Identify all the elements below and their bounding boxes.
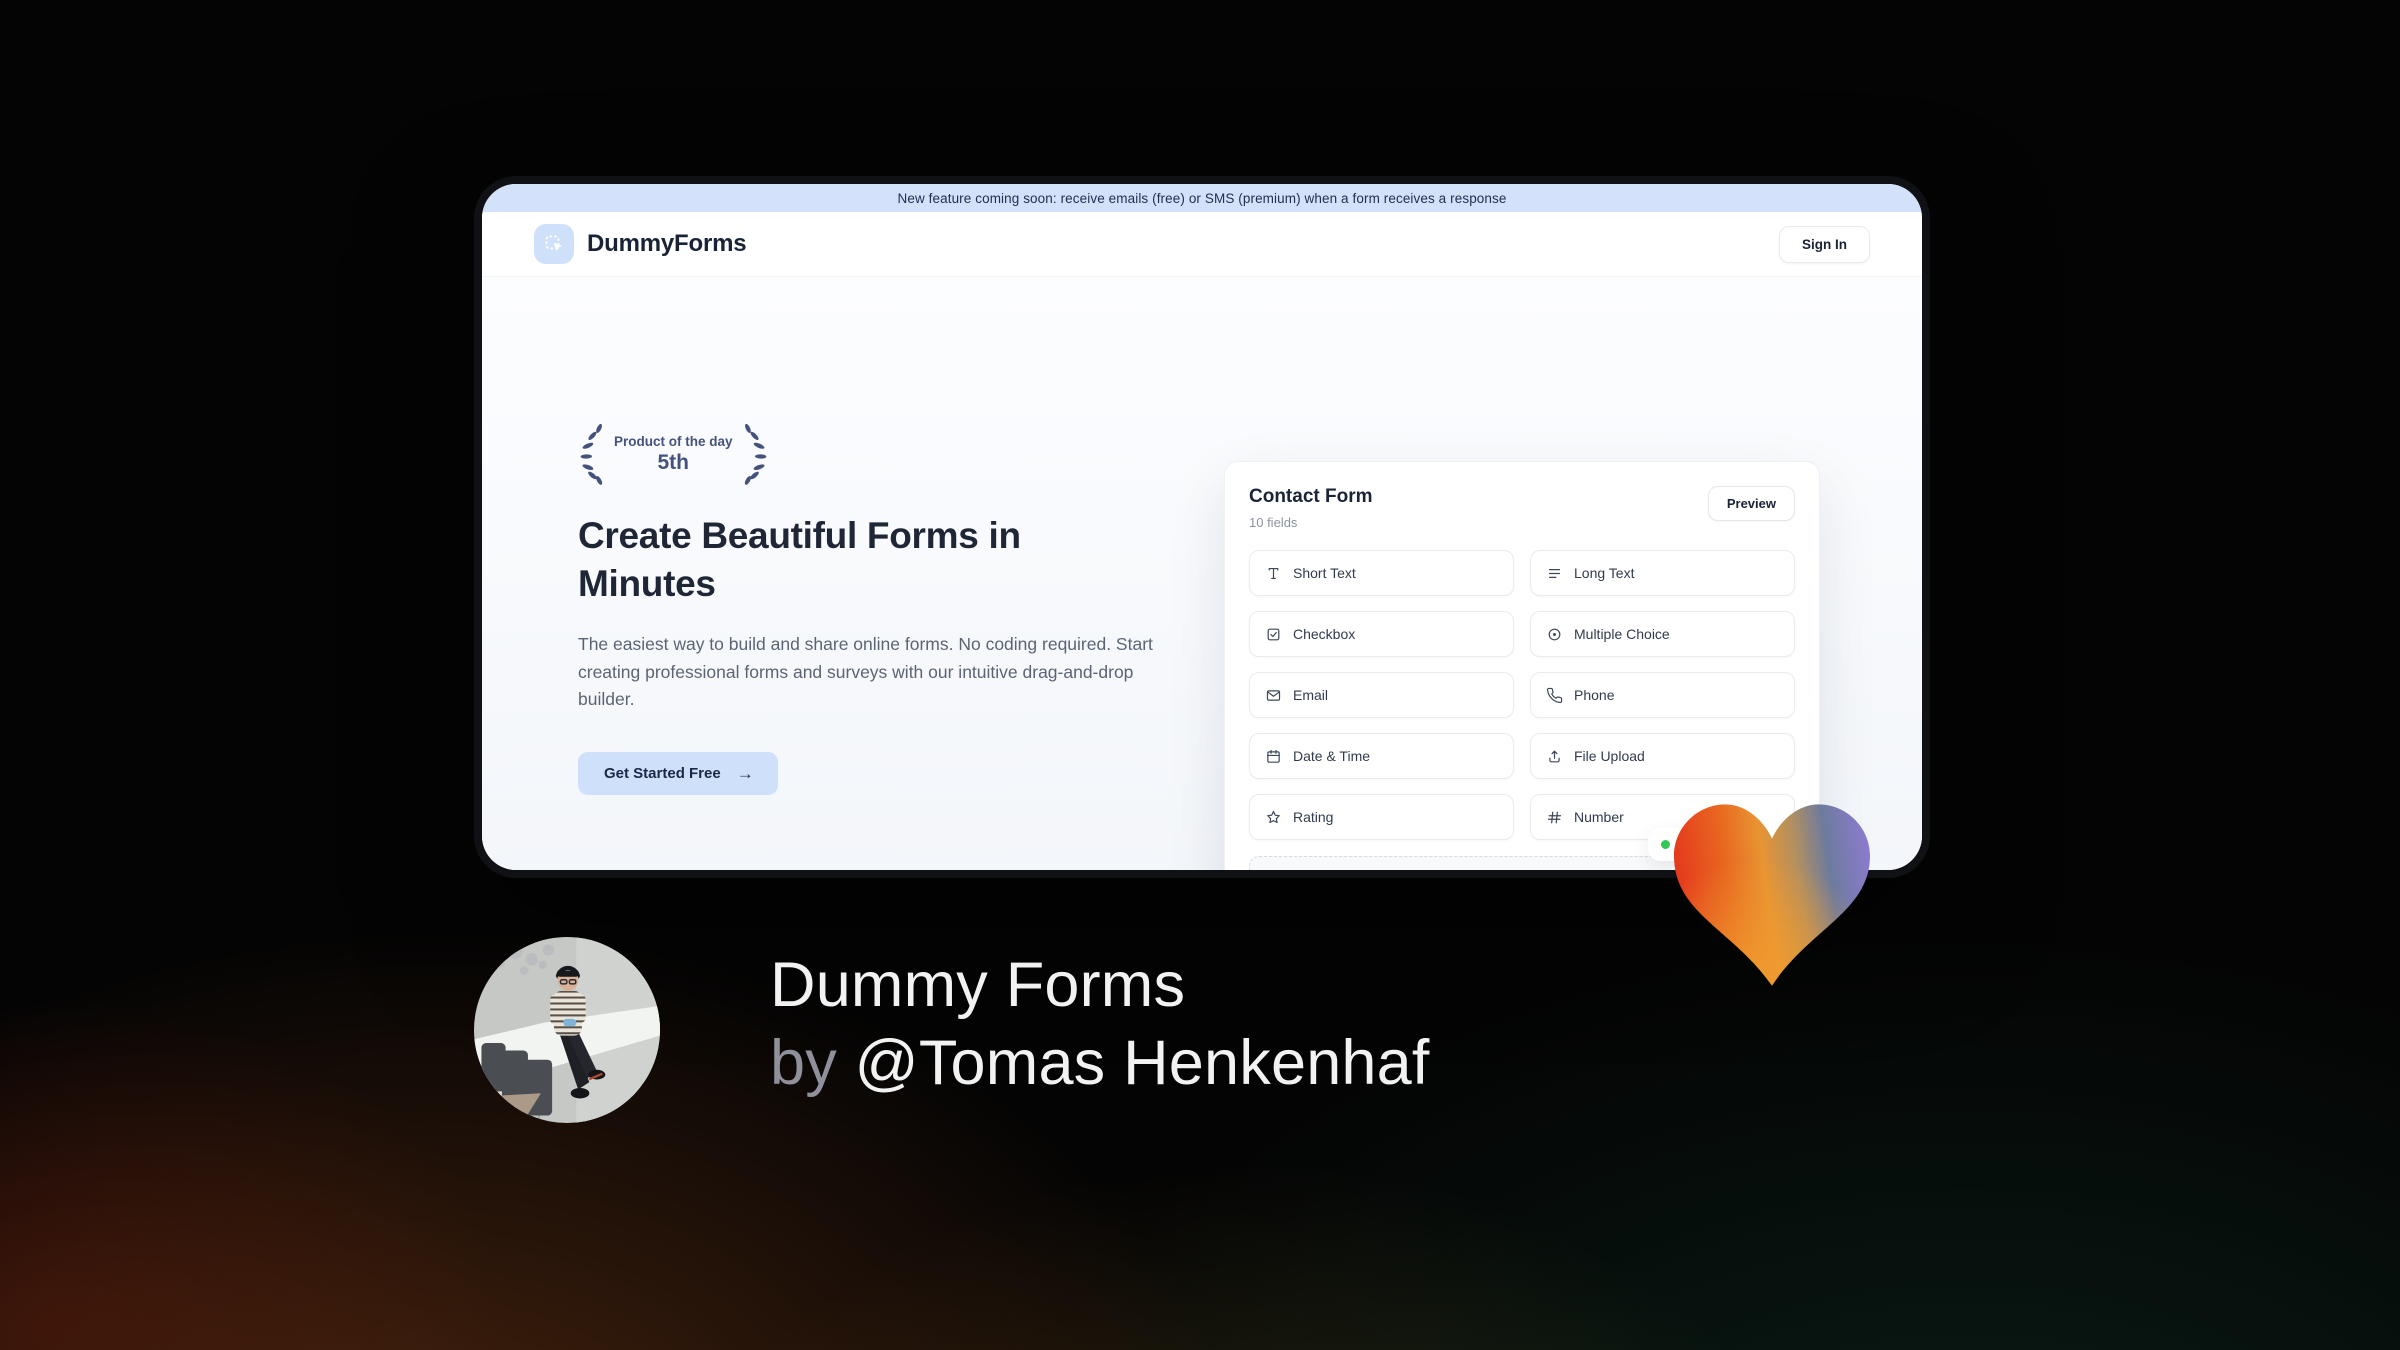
field-type-email[interactable]: Email	[1249, 672, 1514, 718]
brand-logo[interactable]: DummyForms	[534, 224, 747, 264]
credit-text: Dummy Forms by @Tomas Henkenhaf	[770, 946, 1430, 1102]
field-type-label: Date & Time	[1293, 748, 1371, 764]
field-type-label: Multiple Choice	[1574, 626, 1670, 642]
field-type-date-time[interactable]: Date & Time	[1249, 733, 1514, 779]
form-title: Contact Form	[1249, 486, 1373, 507]
browser-window: New feature coming soon: receive emails …	[482, 184, 1922, 870]
award-text: Product of the day 5th	[614, 433, 733, 474]
field-type-label: Rating	[1293, 809, 1334, 825]
field-type-label: Email	[1293, 687, 1329, 703]
field-type-label: Long Text	[1574, 565, 1635, 581]
field-type-grid: Short Text Long Text Checkbox Multiple Choi…	[1249, 550, 1795, 840]
field-count: 10 fields	[1249, 515, 1298, 530]
radio-icon	[1546, 626, 1563, 643]
field-type-multiple-choice[interactable]: Multiple Choice	[1530, 611, 1795, 657]
phone-icon	[1546, 687, 1563, 704]
site-header: DummyForms Sign In	[482, 212, 1922, 277]
field-type-checkbox[interactable]: Checkbox	[1249, 611, 1514, 657]
cursor-select-icon	[534, 224, 574, 264]
lines-icon	[1546, 565, 1563, 582]
author-handle: @Tomas Henkenhaf	[854, 1028, 1430, 1099]
arrow-right-icon: →	[736, 763, 754, 783]
upload-icon	[1546, 748, 1563, 765]
announcement-banner: New feature coming soon: receive emails …	[482, 184, 1922, 212]
field-type-label: Number	[1574, 809, 1624, 825]
brand-name: DummyForms	[587, 230, 747, 257]
get-started-button[interactable]: Get Started Free →	[578, 751, 778, 795]
field-type-phone[interactable]: Phone	[1530, 672, 1795, 718]
field-type-label: Checkbox	[1293, 626, 1356, 642]
hero-section: Product of the day 5th Create Beautiful …	[482, 277, 1922, 870]
hero-copy: Product of the day 5th Create Beautiful …	[578, 421, 1153, 795]
hero-description: The easiest way to build and share onlin…	[578, 634, 1153, 710]
star-icon	[1265, 809, 1282, 826]
field-type-label: Short Text	[1293, 565, 1356, 581]
page-title: Create Beautiful Forms in Minutes	[578, 514, 1021, 604]
checkbox-icon	[1265, 626, 1282, 643]
product-of-the-day-badge: Product of the day 5th	[572, 421, 1153, 487]
field-type-file-upload[interactable]: File Upload	[1530, 733, 1795, 779]
field-type-rating[interactable]: Rating	[1249, 794, 1514, 840]
form-builder-header: Contact Form 10 fields Preview	[1249, 486, 1795, 530]
green-dot-icon	[1661, 840, 1670, 849]
field-type-long-text[interactable]: Long Text	[1530, 550, 1795, 596]
laurel-left-icon	[580, 423, 603, 485]
field-type-short-text[interactable]: Short Text	[1249, 550, 1514, 596]
sign-in-button[interactable]: Sign In	[1779, 225, 1870, 263]
text-icon	[1265, 565, 1282, 582]
announcement-text: New feature coming soon: receive emails …	[897, 190, 1507, 206]
field-type-label: Phone	[1574, 687, 1615, 703]
calendar-icon	[1265, 748, 1282, 765]
byline-prefix: by	[770, 1028, 837, 1099]
field-type-label: File Upload	[1574, 748, 1645, 764]
heart-icon	[1674, 804, 1870, 986]
preview-button[interactable]: Preview	[1707, 486, 1795, 521]
hash-icon	[1546, 809, 1563, 826]
author-avatar	[474, 937, 660, 1123]
envelope-icon	[1265, 687, 1282, 704]
laurel-right-icon	[744, 423, 767, 485]
product-name: Dummy Forms	[770, 950, 1186, 1020]
